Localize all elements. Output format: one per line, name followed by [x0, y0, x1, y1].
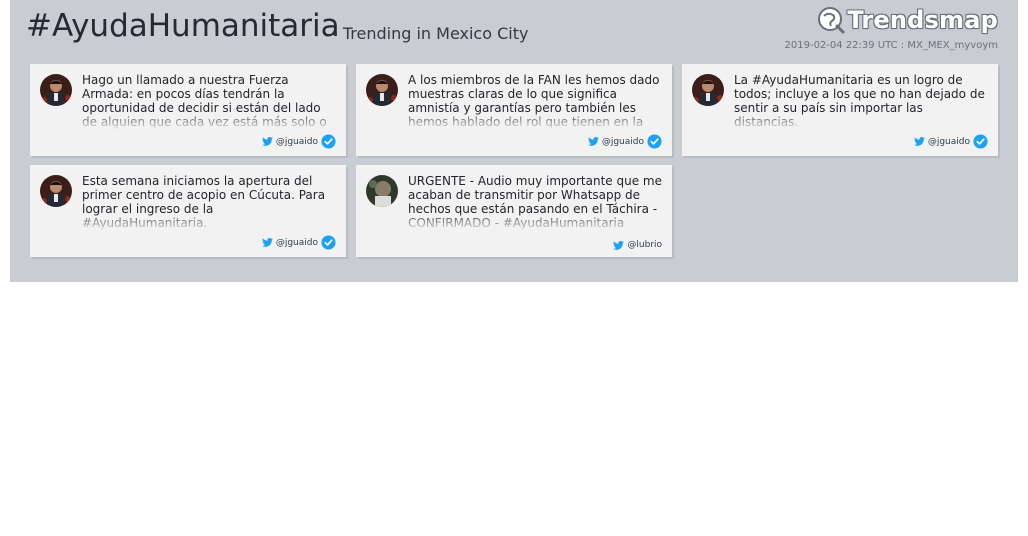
- text-fade: [82, 216, 338, 232]
- twitter-bird-icon: [587, 137, 599, 146]
- twitter-bird-icon: [913, 137, 925, 146]
- text-fade: [408, 115, 664, 131]
- tweet-author[interactable]: @jguaido: [913, 134, 988, 149]
- author-handle[interactable]: @jguaido: [276, 238, 318, 248]
- twitter-bird-icon: [613, 240, 625, 250]
- tweet-author[interactable]: @jguaido: [587, 134, 662, 149]
- avatar[interactable]: [692, 74, 724, 106]
- tweet-card[interactable]: A los miembros de la FAN les hemos dado …: [356, 64, 672, 156]
- tweet-card[interactable]: Esta semana iniciamos la apertura del pr…: [30, 165, 346, 257]
- author-handle[interactable]: @lubrio: [627, 240, 662, 250]
- author-handle[interactable]: @jguaido: [928, 137, 970, 147]
- text-fade: [82, 115, 338, 131]
- tweet-author[interactable]: @jguaido: [261, 235, 336, 250]
- verified-badge-icon: [973, 134, 988, 149]
- avatar[interactable]: [40, 175, 72, 207]
- verified-badge-icon: [321, 235, 336, 250]
- tweet-author[interactable]: @jguaido: [261, 134, 336, 149]
- brand-name: Trendsmap: [847, 6, 998, 34]
- verified-badge-icon: [647, 134, 662, 149]
- page-subtitle: - Trending in Mexico City: [332, 24, 529, 43]
- text-fade: [408, 216, 664, 232]
- tweet-card[interactable]: La #AyudaHumanitaria es un logro de todo…: [682, 64, 998, 156]
- tweet-author[interactable]: @lubrio: [613, 240, 662, 250]
- avatar[interactable]: [40, 74, 72, 106]
- tweet-card[interactable]: Hago un llamado a nuestra Fuerza Armada:…: [30, 64, 346, 156]
- page-title[interactable]: #AyudaHumanitaria: [26, 8, 340, 44]
- avatar[interactable]: [366, 74, 398, 106]
- trendsmap-logo-icon: [818, 7, 845, 34]
- text-fade: [734, 115, 990, 131]
- twitter-bird-icon: [261, 238, 273, 247]
- tweet-card[interactable]: URGENTE - Audio muy importante que me ac…: [356, 165, 672, 257]
- trendsmap-brand[interactable]: Trendsmap: [817, 6, 998, 34]
- avatar[interactable]: [366, 175, 398, 207]
- timestamp-location: 2019-02-04 22:39 UTC : MX_MEX_myvoym: [784, 40, 998, 51]
- author-handle[interactable]: @jguaido: [602, 137, 644, 147]
- author-handle[interactable]: @jguaido: [276, 137, 318, 147]
- twitter-bird-icon: [261, 137, 273, 146]
- verified-badge-icon: [321, 134, 336, 149]
